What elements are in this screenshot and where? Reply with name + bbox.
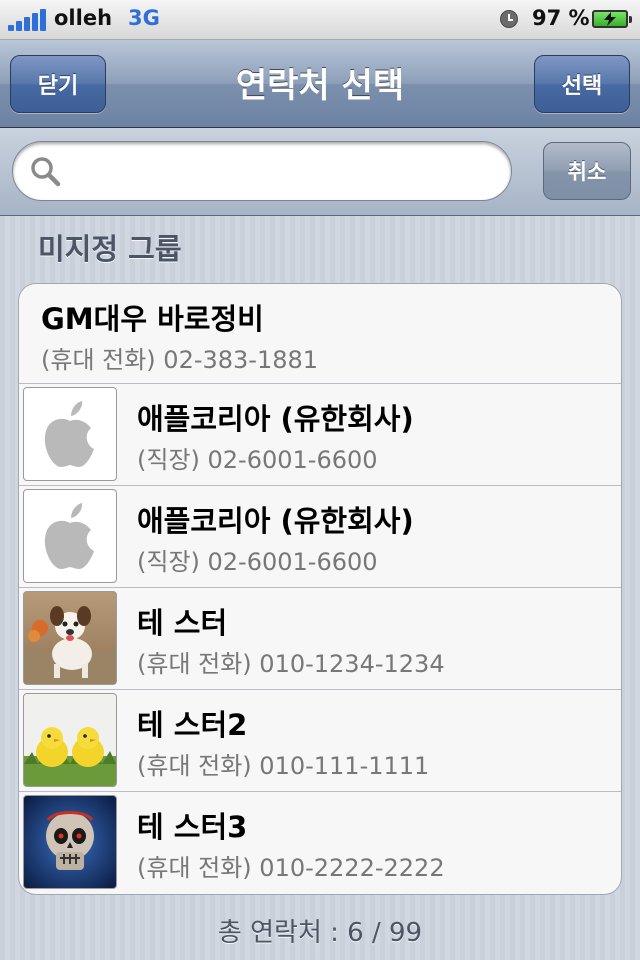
contact-row[interactable]: GM대우 바로정비 (휴대 전화) 02-383-1881 xyxy=(19,284,621,384)
page-title: 연락처 선택 xyxy=(235,66,405,106)
carrier-name: olleh xyxy=(54,6,113,30)
clock-icon xyxy=(500,10,518,28)
signal-icon xyxy=(8,9,50,31)
status-bar: olleh 3G 97 % xyxy=(0,0,640,40)
contact-phone: (휴대 전화) 010-111-1111 xyxy=(137,752,430,780)
select-button[interactable]: 선택 xyxy=(534,55,630,113)
contact-row[interactable]: 애플코리아 (유한회사) (직장) 02-6001-6600 xyxy=(19,384,621,486)
contact-list: GM대우 바로정비 (휴대 전화) 02-383-1881 애플코리아 (유한회… xyxy=(18,283,622,895)
close-button[interactable]: 닫기 xyxy=(10,55,106,113)
skull-photo-avatar xyxy=(23,795,117,889)
contact-row[interactable]: 테 스터2 (휴대 전화) 010-111-1111 xyxy=(19,690,621,792)
contact-row[interactable]: 테 스터 (휴대 전화) 010-1234-1234 xyxy=(19,588,621,690)
contact-row[interactable]: 애플코리아 (유한회사) (직장) 02-6001-6600 xyxy=(19,486,621,588)
search-icon xyxy=(31,157,61,187)
contact-phone: (휴대 전화) 010-2222-2222 xyxy=(137,854,445,882)
contact-phone: (휴대 전화) 010-1234-1234 xyxy=(137,650,445,678)
search-bar: 취소 xyxy=(0,128,640,216)
apple-logo-avatar xyxy=(23,489,117,583)
contact-name: 애플코리아 (유한회사) xyxy=(137,402,414,436)
contact-phone: (직장) 02-6001-6600 xyxy=(137,446,378,474)
chicks-photo-avatar xyxy=(23,693,117,787)
contact-name: 테 스터 xyxy=(137,606,228,640)
contact-phone: (직장) 02-6001-6600 xyxy=(137,548,378,576)
contact-name: 테 스터3 xyxy=(137,810,248,844)
apple-logo-avatar xyxy=(23,387,117,481)
dog-photo-avatar xyxy=(23,591,117,685)
navigation-bar: 닫기 연락처 선택 선택 xyxy=(0,40,640,128)
cancel-button[interactable]: 취소 xyxy=(543,142,631,200)
battery-icon xyxy=(592,10,632,28)
contact-name: GM대우 바로정비 xyxy=(41,302,264,336)
contact-phone: (휴대 전화) 02-383-1881 xyxy=(41,346,319,374)
search-input[interactable] xyxy=(71,152,495,192)
contact-row[interactable]: 테 스터3 (휴대 전화) 010-2222-2222 xyxy=(19,792,621,894)
network-type: 3G xyxy=(128,6,160,30)
contact-name: 테 스터2 xyxy=(137,708,248,742)
battery-percent: 97 % xyxy=(532,6,590,30)
group-header: 미지정 그룹 xyxy=(38,232,182,266)
contact-total-count: 총 연락처 : 6 / 99 xyxy=(217,918,423,948)
search-field[interactable] xyxy=(12,141,512,201)
contact-name: 애플코리아 (유한회사) xyxy=(137,504,414,538)
